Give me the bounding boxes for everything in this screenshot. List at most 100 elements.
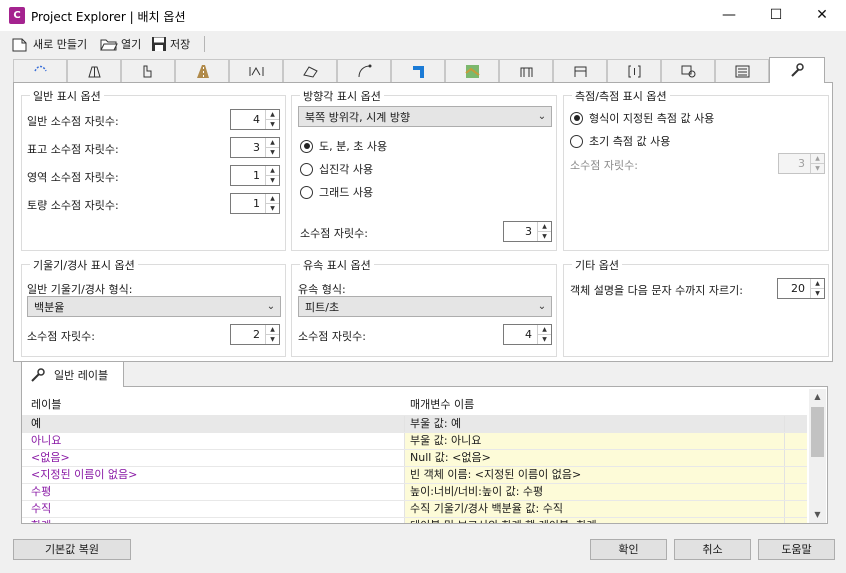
tab-curve[interactable] — [337, 59, 391, 82]
bearing-precision-spinner[interactable]: 3 ▲ ▼ — [503, 221, 552, 242]
table-row[interactable]: <없음> Null 값: <없음> — [22, 449, 807, 466]
table-row[interactable]: 수평 높이:너비/너비:높이 값: 수평 — [22, 483, 807, 500]
save-label: 저장 — [170, 38, 191, 51]
spin-down-icon[interactable]: ▼ — [266, 334, 279, 344]
velocity-format-combo[interactable]: 피트/초 ⌄ — [298, 296, 552, 317]
radio-dot-icon — [570, 134, 583, 148]
tab-structure2[interactable] — [553, 59, 607, 82]
spin-up-icon[interactable]: ▲ — [538, 325, 551, 334]
slope-format-combo[interactable]: 백분율 ⌄ — [27, 296, 281, 317]
spin-up-icon[interactable]: ▲ — [266, 138, 279, 147]
save-button[interactable]: 저장 — [151, 35, 190, 53]
spin-down-icon[interactable]: ▼ — [538, 334, 551, 344]
bearing-grad-radio[interactable]: 그래드 사용 — [300, 184, 373, 200]
spin-down-icon[interactable]: ▼ — [266, 147, 279, 157]
column-header-param[interactable]: 매개변수 이름 — [410, 396, 474, 412]
tab-map[interactable] — [445, 59, 499, 82]
area-precision-spinner[interactable]: 1 ▲ ▼ — [230, 165, 280, 186]
close-button[interactable]: ✕ — [799, 0, 845, 31]
edit-cell[interactable] — [784, 501, 807, 517]
general-precision-spinner[interactable]: 4 ▲ ▼ — [230, 109, 280, 130]
bearing-format-combo[interactable]: 북쪽 방위각, 시계 방향 ⌄ — [298, 106, 552, 127]
new-file-icon — [12, 38, 27, 51]
table-row[interactable]: 한계테이블 및 보고서의 한계 행 레이블: 한계 — [22, 517, 807, 523]
tab-wrench[interactable] — [769, 57, 825, 83]
spin-down-icon[interactable]: ▼ — [811, 288, 824, 298]
new-button[interactable]: 새로 만들기 — [12, 35, 87, 53]
spin-up-icon[interactable]: ▲ — [811, 279, 824, 288]
table-row[interactable]: 예 부울 값: 예 — [22, 415, 807, 432]
scroll-up-icon[interactable]: ▲ — [809, 389, 826, 405]
tab-pipe[interactable] — [391, 59, 445, 82]
tab-alignment[interactable] — [13, 59, 67, 82]
tab-search-shape[interactable] — [661, 59, 715, 82]
tab-surface[interactable] — [283, 59, 337, 82]
spin-up-icon[interactable]: ▲ — [266, 166, 279, 175]
bearing-dms-radio[interactable]: 도, 분, 초 사용 — [300, 138, 387, 154]
tab-road[interactable] — [175, 59, 229, 82]
tab-report[interactable] — [715, 59, 769, 82]
tab-profile[interactable] — [121, 59, 175, 82]
tab-section[interactable] — [229, 59, 283, 82]
tab-structure[interactable] — [499, 59, 553, 82]
table-row[interactable]: 수직 수직 기울기/경사 백분율 값: 수직 — [22, 500, 807, 517]
label-cell[interactable]: <없음> — [22, 450, 404, 466]
scroll-down-icon[interactable]: ▼ — [809, 507, 826, 523]
truncate-spinner[interactable]: 20 ▲ ▼ — [777, 278, 825, 299]
spin-up-icon[interactable]: ▲ — [538, 222, 551, 231]
options-panel: 일반 표시 옵션 일반 소수점 자릿수: 4 ▲ ▼ 표고 소수점 자릿수: 3 ▲ ▼… — [13, 82, 833, 362]
edit-cell[interactable] — [784, 433, 807, 449]
station-precision-spinner: 3 ▲ ▼ — [778, 153, 825, 174]
table-row[interactable]: <지정된 이름이 없음> 빈 객체 이름: <지정된 이름이 없음> — [22, 466, 807, 483]
cancel-button[interactable]: 취소 — [674, 539, 751, 560]
edit-cell[interactable] — [784, 518, 807, 523]
edit-cell[interactable] — [784, 416, 807, 432]
group-title: 측점/측점 표시 옵션 — [572, 88, 670, 104]
label-cell[interactable]: 수평 — [22, 484, 404, 500]
scroll-thumb[interactable] — [811, 407, 824, 457]
reset-defaults-button[interactable]: 기본값 복원 — [13, 539, 131, 560]
tab-bracket[interactable] — [607, 59, 661, 82]
label-cell[interactable]: <지정된 이름이 없음> — [22, 467, 404, 483]
slope-precision-spinner[interactable]: 2 ▲ ▼ — [230, 324, 280, 345]
radio-dot-icon — [300, 162, 313, 176]
spin-up-icon[interactable]: ▲ — [266, 325, 279, 334]
station-raw-radio[interactable]: 초기 측점 값 사용 — [570, 133, 670, 149]
spin-up-icon[interactable]: ▲ — [266, 110, 279, 119]
label-cell[interactable]: 한계 — [22, 518, 404, 523]
help-button[interactable]: 도움말 — [758, 539, 835, 560]
edit-cell[interactable] — [784, 484, 807, 500]
station-formatted-radio[interactable]: 형식이 지정된 측점 값 사용 — [570, 110, 714, 126]
spin-down-icon[interactable]: ▼ — [266, 119, 279, 129]
window-title: Project Explorer | 배치 옵션 — [31, 10, 186, 24]
spin-up-icon[interactable]: ▲ — [266, 194, 279, 203]
minimize-button[interactable]: — — [706, 0, 752, 31]
tab-general-labels[interactable]: 일반 레이블 — [21, 361, 124, 387]
spin-down-icon[interactable]: ▼ — [538, 231, 551, 241]
spinner-value: 1 — [253, 197, 260, 210]
elevation-precision-spinner[interactable]: 3 ▲ ▼ — [230, 137, 280, 158]
general-precision-label: 일반 소수점 자릿수: — [27, 115, 119, 128]
spin-down-icon[interactable]: ▼ — [266, 175, 279, 185]
map-icon — [464, 64, 480, 78]
label-cell[interactable]: 아니요 — [22, 433, 404, 449]
edit-cell[interactable] — [784, 467, 807, 483]
velocity-precision-spinner[interactable]: 4 ▲ ▼ — [503, 324, 552, 345]
spin-down-icon[interactable]: ▼ — [266, 203, 279, 213]
radio-label: 도, 분, 초 사용 — [319, 140, 388, 153]
ok-button[interactable]: 확인 — [590, 539, 667, 560]
maximize-button[interactable]: ☐ — [753, 0, 799, 31]
slope-precision-label: 소수점 자릿수: — [27, 330, 95, 343]
grid-scrollbar[interactable]: ▲ ▼ — [809, 389, 826, 523]
label-cell[interactable]: 예 — [22, 416, 404, 432]
edit-cell[interactable] — [784, 450, 807, 466]
label-cell[interactable]: 수직 — [22, 501, 404, 517]
tab-corridor[interactable] — [67, 59, 121, 82]
bearing-decimal-radio[interactable]: 십진각 사용 — [300, 161, 373, 177]
volume-precision-spinner[interactable]: 1 ▲ ▼ — [230, 193, 280, 214]
spinner-value: 1 — [253, 169, 260, 182]
column-header-label[interactable]: 레이블 — [31, 396, 61, 412]
open-button[interactable]: 열기 — [100, 35, 141, 53]
search-shape-icon — [681, 65, 695, 77]
table-row[interactable]: 아니요 부울 값: 아니요 — [22, 432, 807, 449]
